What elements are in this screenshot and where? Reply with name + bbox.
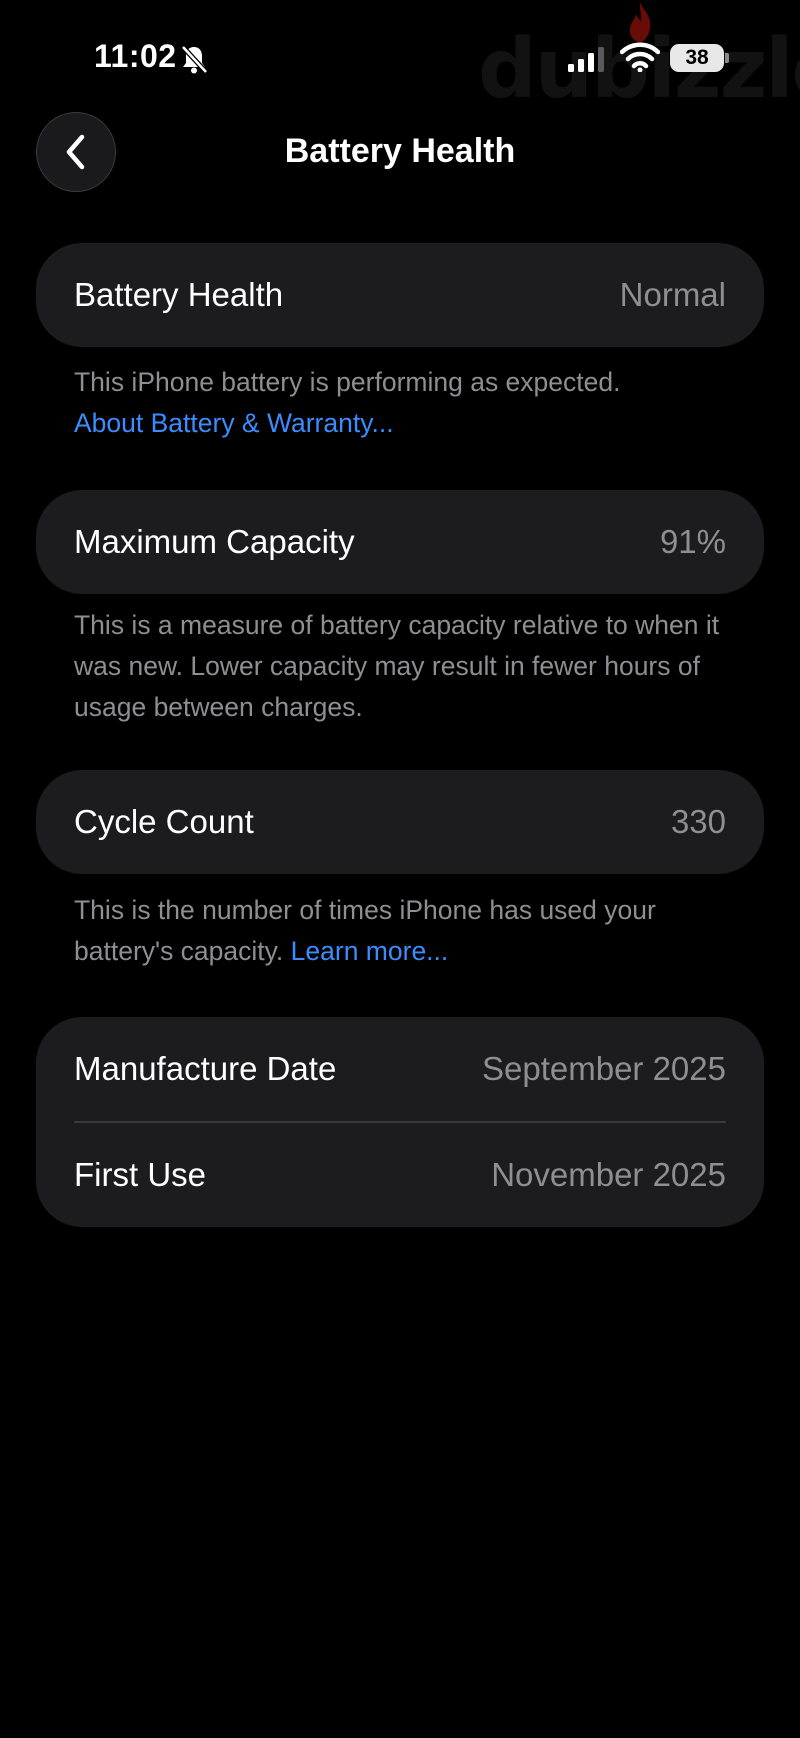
first-use-label: First Use bbox=[74, 1155, 206, 1193]
manufacture-date-row: Manufacture Date September 2025 bbox=[36, 1017, 764, 1121]
cycle-count-label: Cycle Count bbox=[74, 803, 254, 840]
cycle-count-card: Cycle Count 330 bbox=[36, 770, 764, 874]
maximum-capacity-description: This is a measure of battery capacity re… bbox=[74, 610, 720, 722]
status-bar: 11:02 dubizzle 38 bbox=[0, 0, 800, 117]
battery-health-screen: 11:02 dubizzle 38 Batter bbox=[0, 0, 800, 1738]
dates-card: Manufacture Date September 2025 First Us… bbox=[36, 1017, 764, 1227]
page-title: Battery Health bbox=[284, 132, 516, 170]
battery-nub bbox=[725, 53, 729, 63]
battery-health-value: Normal bbox=[619, 276, 726, 313]
first-use-row: First Use November 2025 bbox=[36, 1123, 764, 1227]
cellular-signal-icon bbox=[568, 47, 604, 72]
flame-icon bbox=[629, 2, 651, 42]
battery-health-description: This iPhone battery is performing as exp… bbox=[74, 362, 754, 444]
cycle-count-description: This is the number of times iPhone has u… bbox=[74, 890, 754, 972]
bell-slash-icon bbox=[181, 45, 208, 74]
maximum-capacity-label: Maximum Capacity bbox=[74, 523, 355, 560]
manufacture-date-value: September 2025 bbox=[481, 1050, 726, 1087]
first-use-value: November 2025 bbox=[491, 1155, 726, 1193]
about-battery-warranty-link[interactable]: About Battery & Warranty... bbox=[74, 403, 754, 444]
battery-health-description-text: This iPhone battery is performing as exp… bbox=[74, 367, 621, 397]
battery-icon: 38 bbox=[670, 44, 724, 72]
status-time: 11:02 bbox=[94, 38, 177, 74]
maximum-capacity-row: Maximum Capacity 91% bbox=[36, 490, 764, 594]
maximum-capacity-card: Maximum Capacity 91% bbox=[36, 490, 764, 594]
battery-health-row[interactable]: Battery Health Normal bbox=[36, 243, 764, 347]
battery-health-label: Battery Health bbox=[74, 276, 284, 313]
cycle-count-row: Cycle Count 330 bbox=[36, 770, 764, 874]
battery-health-card[interactable]: Battery Health Normal bbox=[36, 243, 764, 347]
maximum-capacity-value: 91% bbox=[659, 523, 726, 560]
cycle-count-value: 330 bbox=[670, 803, 726, 840]
manufacture-date-label: Manufacture Date bbox=[74, 1050, 337, 1087]
learn-more-link[interactable]: Learn more... bbox=[291, 936, 449, 966]
wifi-icon bbox=[620, 42, 660, 72]
